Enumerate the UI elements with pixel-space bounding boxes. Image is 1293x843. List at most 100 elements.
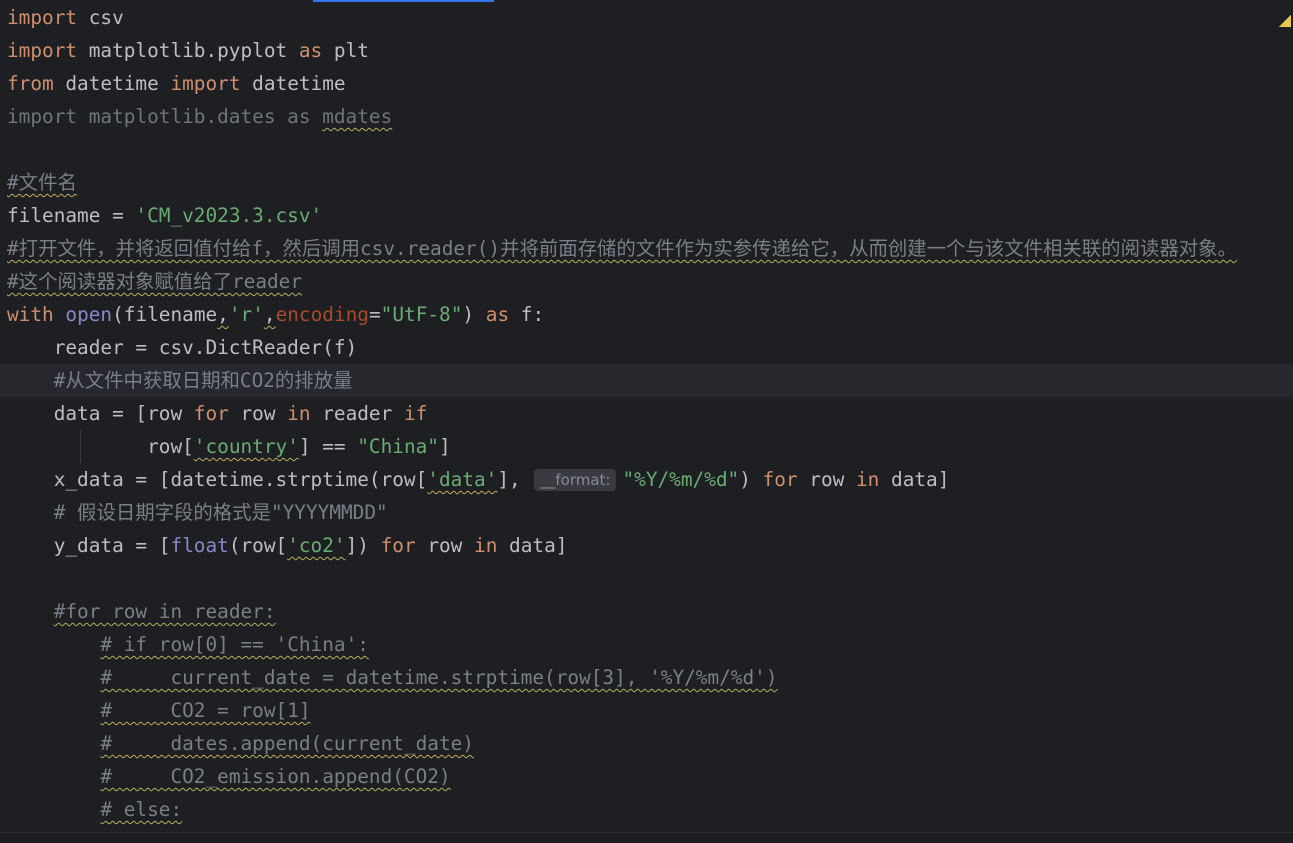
code-token: if [403, 402, 428, 425]
code-token: ) [462, 303, 486, 326]
code-token: with [7, 303, 54, 326]
code-token: data = [row [7, 402, 194, 425]
code-token: #从文件中获取日期和CO2的排放量 [53, 369, 353, 392]
code-editor[interactable]: import csv import matplotlib.pyplot as pl… [0, 0, 1293, 843]
code-line[interactable]: y_data = [float(row['co2']) for row in d… [0, 529, 1293, 562]
code-token: #这个阅读器对象赋值给了reader [7, 270, 303, 293]
code-line[interactable]: import matplotlib.dates as mdates [0, 100, 1293, 133]
code-token: encoding [275, 303, 369, 326]
code-line[interactable]: #打开文件，并将返回值付给f，然后调用csv.reader()并将前面存储的文件… [0, 232, 1293, 265]
code-token: for [380, 534, 416, 557]
code-token: import [170, 72, 241, 95]
code-token: reader [310, 402, 404, 425]
code-token: import [7, 39, 78, 62]
code-token: import [7, 6, 78, 29]
code-token: ] == [298, 435, 358, 458]
code-line[interactable]: import csv [0, 1, 1293, 34]
code-token: x_data = [datetime.strptime(row[ [7, 468, 428, 491]
code-token: # if row[0] == 'China': [100, 633, 369, 656]
code-token: #文件名 [7, 171, 77, 194]
warning-triangle-icon[interactable]: ◢ [1279, 10, 1291, 29]
code-token: # current_date = datetime.strptime(row[3… [100, 666, 778, 689]
code-token: in [474, 534, 498, 557]
code-token: , [263, 303, 276, 326]
code-token: # CO2 = row[1] [100, 699, 311, 722]
code-token: 'data' [427, 468, 498, 491]
code-token: data] [879, 468, 950, 491]
code-area[interactable]: import csv import matplotlib.pyplot as pl… [0, 1, 1293, 826]
code-token: #for row in reader: [53, 600, 276, 623]
code-token: as [485, 303, 510, 326]
code-token: ) [739, 468, 763, 491]
code-token: in [287, 402, 311, 425]
code-line[interactable]: # if row[0] == 'China': [0, 628, 1293, 661]
code-token: (filename [112, 303, 218, 326]
code-line[interactable]: #文件名 [0, 166, 1293, 199]
code-token: plt [322, 39, 369, 62]
code-line[interactable]: row['country'] == "China"] [0, 430, 1293, 463]
code-line[interactable]: # else: [0, 793, 1293, 826]
code-token: data] [497, 534, 568, 557]
code-line[interactable]: with open(filename,'r',encoding="UtF-8")… [0, 298, 1293, 331]
code-token: f: [509, 303, 545, 326]
code-token: reader = csv.DictReader(f) [7, 336, 358, 359]
code-token: "China" [357, 435, 439, 458]
code-line[interactable]: #从文件中获取日期和CO2的排放量 [0, 364, 1293, 397]
code-token: 'r' [228, 303, 264, 326]
code-token: for [762, 468, 798, 491]
code-line[interactable]: x_data = [datetime.strptime(row['data'],… [0, 463, 1293, 496]
code-line[interactable]: # CO2_emission.append(CO2) [0, 760, 1293, 793]
code-line[interactable]: # current_date = datetime.strptime(row[3… [0, 661, 1293, 694]
code-token: #打开文件，并将返回值付给f，然后调用csv.reader()并将前面存储的文件… [7, 237, 1237, 260]
code-line[interactable]: data = [row for row in reader if [0, 397, 1293, 430]
code-token: mdates [322, 105, 393, 128]
code-token: ] [438, 435, 451, 458]
code-token: datetime [240, 72, 346, 95]
code-token: 'country' [193, 435, 299, 458]
editor-bottom-border [0, 832, 1293, 833]
code-token: as [298, 39, 323, 62]
code-token: ]) [345, 534, 381, 557]
code-token: (row[ [228, 534, 288, 557]
code-token: for [193, 402, 229, 425]
code-line[interactable]: #for row in reader: [0, 595, 1293, 628]
code-token: row [228, 402, 288, 425]
code-token: # dates.append(current_date) [100, 732, 474, 755]
code-token: in [855, 468, 880, 491]
code-token: row [415, 534, 475, 557]
code-token: y_data = [ [7, 534, 171, 557]
code-line[interactable] [0, 562, 1293, 595]
code-token: import matplotlib.dates as [7, 105, 323, 128]
code-token: matplotlib.pyplot [77, 39, 299, 62]
code-line[interactable] [0, 133, 1293, 166]
code-token: row [797, 468, 856, 491]
code-token: filename = [7, 204, 136, 227]
indent-guide [80, 430, 81, 463]
code-token: csv [77, 6, 124, 29]
code-line[interactable]: reader = csv.DictReader(f) [0, 331, 1293, 364]
code-line[interactable]: # CO2 = row[1] [0, 694, 1293, 727]
code-token: datetime [53, 72, 171, 95]
code-token: 'co2' [287, 534, 346, 557]
code-line[interactable]: import matplotlib.pyplot as plt [0, 34, 1293, 67]
code-line[interactable]: #这个阅读器对象赋值给了reader [0, 265, 1293, 298]
code-token: = [368, 303, 381, 326]
code-token: "UtF-8" [380, 303, 463, 326]
code-line[interactable]: # dates.append(current_date) [0, 727, 1293, 760]
code-line[interactable]: # 假设日期字段的格式是"YYYYMMDD" [0, 496, 1293, 529]
code-token: open [65, 303, 113, 326]
code-token: # 假设日期字段的格式是"YYYYMMDD" [53, 501, 388, 524]
parameter-name-hint: __format: [534, 469, 617, 491]
code-token: ], [497, 468, 533, 491]
code-token: # else: [100, 798, 183, 821]
code-line[interactable]: filename = 'CM_v2023.3.csv' [0, 199, 1293, 232]
code-line[interactable]: from datetime import datetime [0, 67, 1293, 100]
